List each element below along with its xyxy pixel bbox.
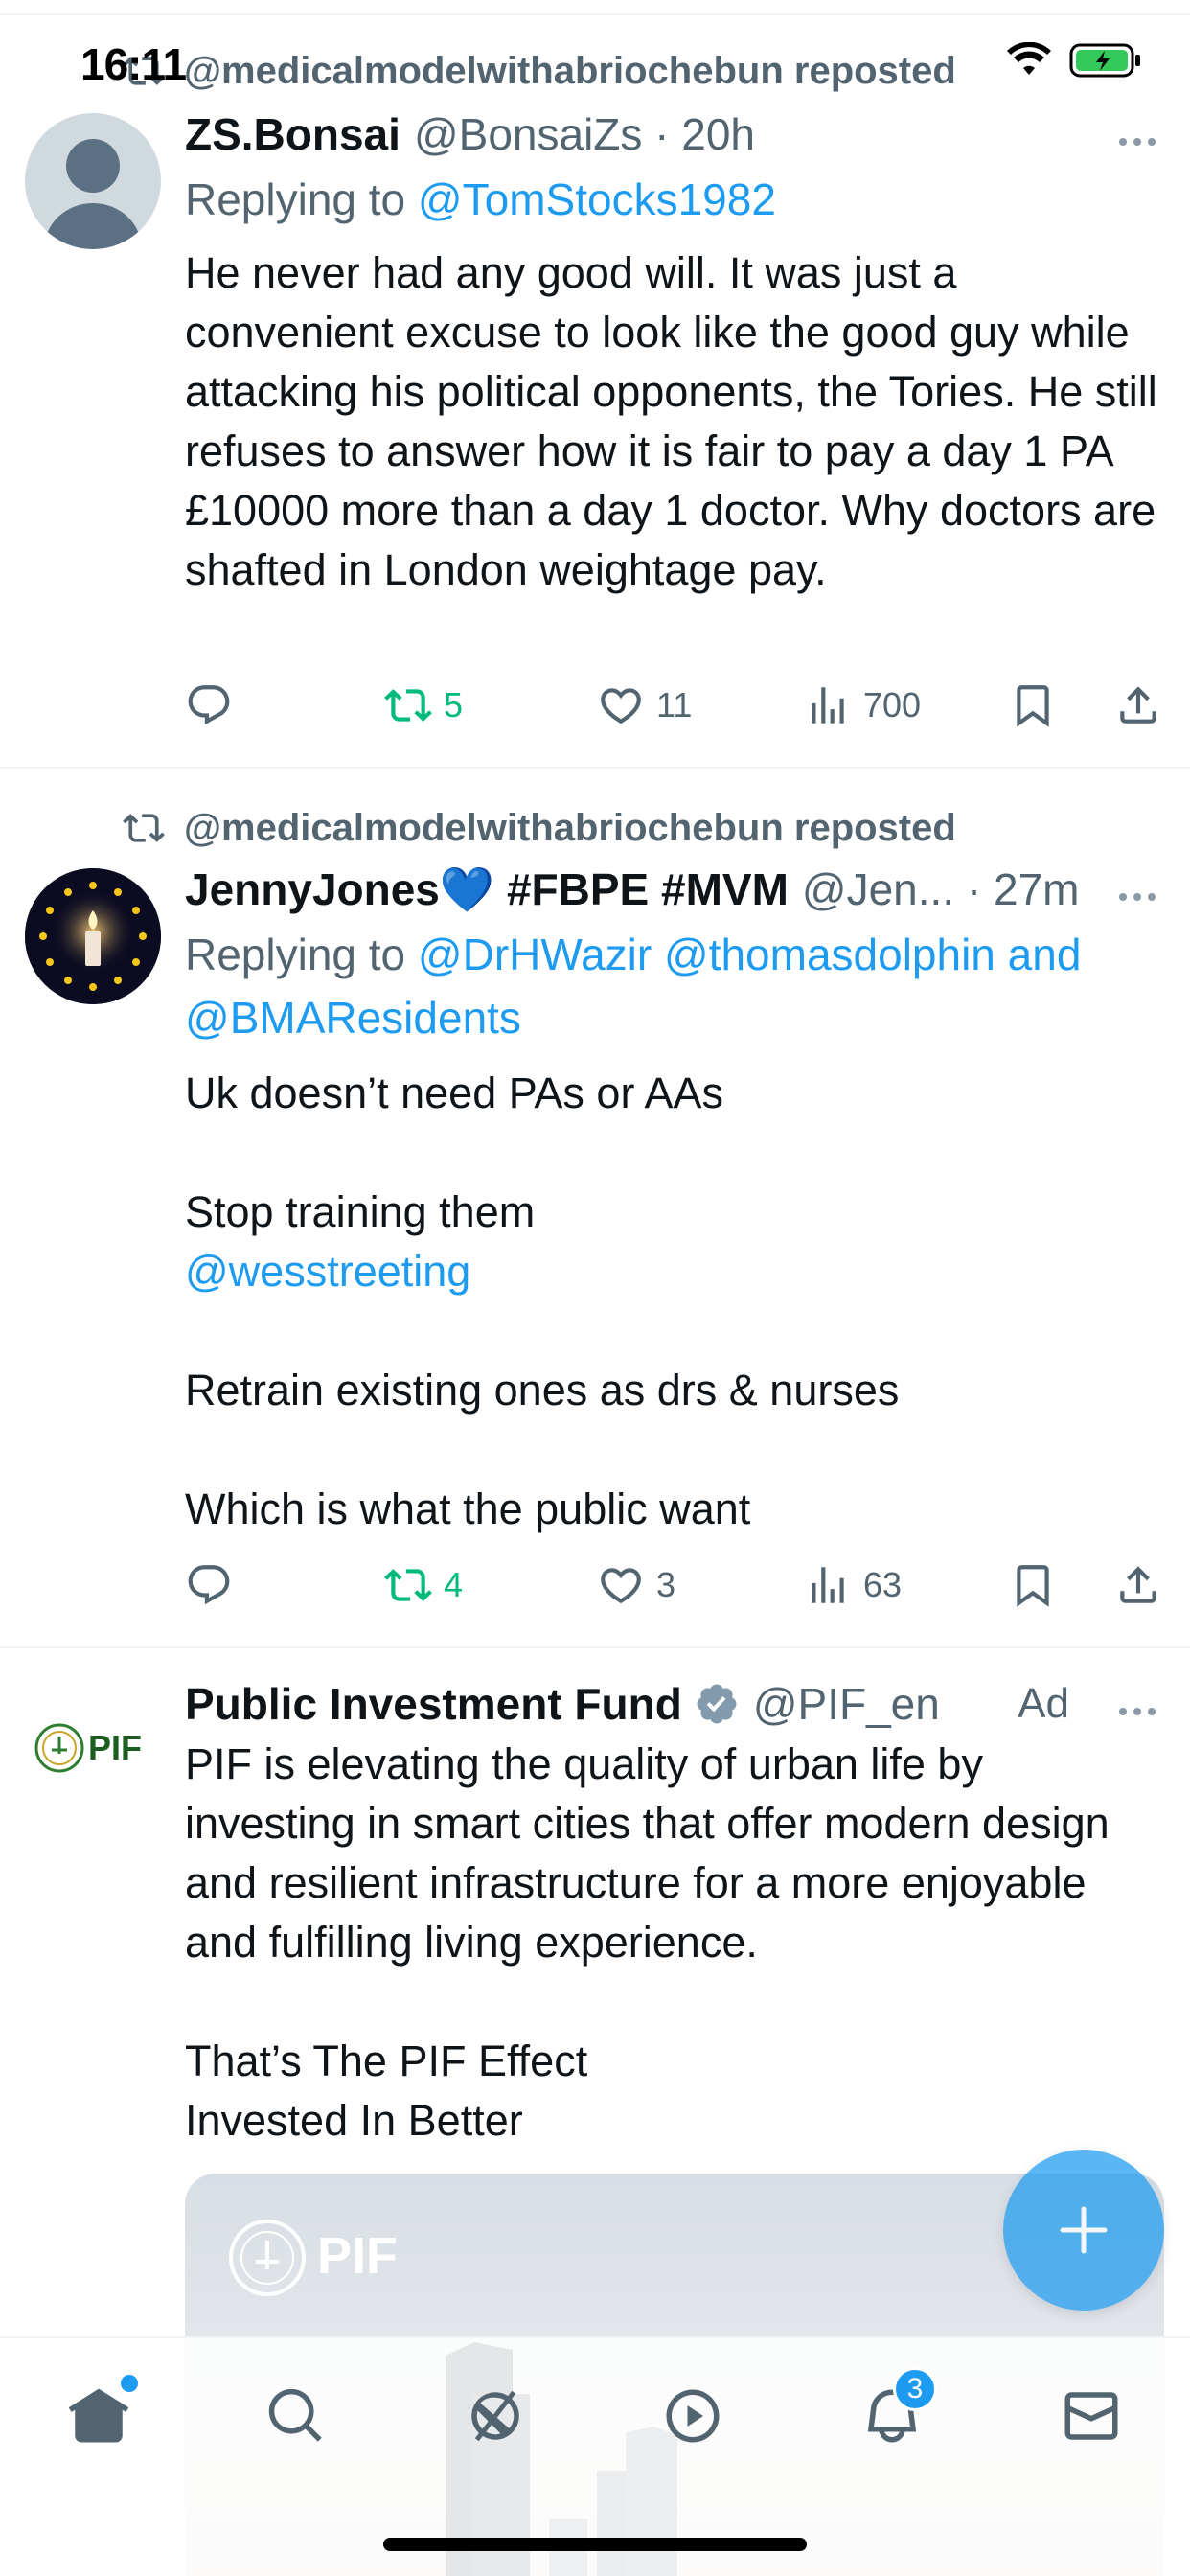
candle-eu-stars-avatar [25,868,161,1004]
repost-indicator: @medicalmodelwithabriochebun reposted [123,801,956,855]
reply-context: Replying to @TomStocks1982 [185,168,1152,231]
post-header: Public Investment Fund @PIF_en Ad [185,1673,1161,1735]
wifi-icon [1007,42,1051,75]
repost-button[interactable]: 4 [384,1556,463,1614]
repost-icon [384,689,432,722]
repost-icon [384,1569,432,1601]
bookmark-button[interactable] [1009,677,1057,734]
battery-charging-icon [1069,43,1140,78]
bookmark-icon [1017,685,1049,727]
reply-icon [188,685,230,725]
views-button[interactable]: 700 [804,677,921,734]
plus-icon [1060,2206,1108,2254]
tab-search[interactable] [253,2373,339,2459]
tab-messages[interactable] [1048,2373,1134,2459]
display-name[interactable]: Public Investment Fund [185,1678,682,1730]
avatar[interactable] [25,113,161,249]
views-icon [812,687,844,724]
bookmark-button[interactable] [1009,1556,1057,1614]
pif-logo-icon: PIF [34,1723,142,1773]
like-count: 11 [656,685,693,724]
status-time: 16:11 [80,39,187,89]
heart-icon [601,1568,641,1604]
heart-icon [601,688,641,724]
watermark-text: PIF [317,2227,398,2285]
display-name[interactable]: JennyJones💙 #FBPE #MVM [185,863,789,916]
share-button[interactable] [1114,1556,1162,1614]
text-mention[interactable]: @wesstreeting [185,1247,470,1296]
post-text-part: Uk doesn’t need PAs or AAs Stop training… [185,1069,723,1236]
reply-button[interactable] [185,677,233,734]
views-count: 63 [863,1565,903,1604]
reply-context: Replying to @DrHWazir @thomasdolphin and… [185,923,1152,1049]
post-header: JennyJones💙 #FBPE #MVM @Jen... · 27m [185,859,1161,920]
status-bar: 16:11 [0,0,1190,125]
messages-icon [1064,2392,1118,2440]
post-divider [0,1646,1190,1648]
video-icon [666,2389,720,2443]
views-icon [812,1567,844,1603]
post-text: He never had any good will. It was just … [185,248,1170,594]
share-button[interactable] [1114,677,1162,734]
repost-icon [123,814,165,842]
tab-video[interactable] [650,2373,736,2459]
share-icon [1120,1566,1156,1603]
like-button[interactable]: 3 [597,1556,675,1614]
post-actions: 5 11 700 [185,677,1161,734]
reply-mention[interactable]: @TomStocks1982 [418,174,776,224]
reply-prefix: Replying to [185,174,406,224]
home-icon [68,2388,129,2443]
verified-badge-icon [697,1684,737,1724]
notifications-badge: 3 [893,2367,937,2411]
pif-logo-text: PIF [88,1728,142,1767]
more-options-icon[interactable] [1113,1681,1161,1729]
home-indicator [383,2538,807,2551]
views-count: 700 [863,685,922,724]
views-button[interactable]: 63 [804,1556,902,1614]
post-text: Uk doesn’t need PAs or AAs Stop training… [185,1064,1161,1539]
compose-post-button[interactable] [1003,2150,1164,2311]
reply-icon [188,1565,230,1605]
like-button[interactable]: 11 [597,677,692,734]
like-count: 3 [656,1565,676,1604]
default-avatar-icon [44,139,142,249]
handle[interactable]: @PIF_en [753,1678,940,1730]
home-unread-dot [121,2375,138,2392]
tab-home[interactable] [56,2373,142,2459]
post-text-part: Retrain existing ones as drs & nurses Wh… [185,1366,900,1533]
ad-label: Ad [1018,1680,1069,1727]
post-divider [0,767,1190,769]
post-actions: 4 3 63 [185,1556,1161,1614]
repost-button[interactable]: 5 [384,677,463,734]
reply-prefix: Replying to [185,930,406,979]
reply-button[interactable] [185,1556,233,1614]
more-options-icon[interactable] [1113,866,1161,914]
status-icons [1006,42,1142,79]
avatar[interactable]: PIF [25,1677,161,1813]
share-icon [1120,686,1156,724]
tab-grok[interactable] [452,2373,538,2459]
pif-watermark-logo: PIF [229,2220,398,2296]
avatar[interactable] [25,868,161,1004]
repost-text: @medicalmodelwithabriochebun reposted [184,806,956,849]
bookmark-icon [1017,1565,1049,1607]
repost-count: 5 [444,685,464,724]
tab-notifications[interactable]: 3 [849,2367,937,2459]
handle-and-time[interactable]: @Jen... · 27m [802,863,1080,915]
post-text: PIF is elevating the quality of urban li… [185,1739,1110,2145]
grok-icon [471,2390,519,2442]
search-icon [268,2388,322,2442]
repost-count: 4 [444,1565,464,1604]
